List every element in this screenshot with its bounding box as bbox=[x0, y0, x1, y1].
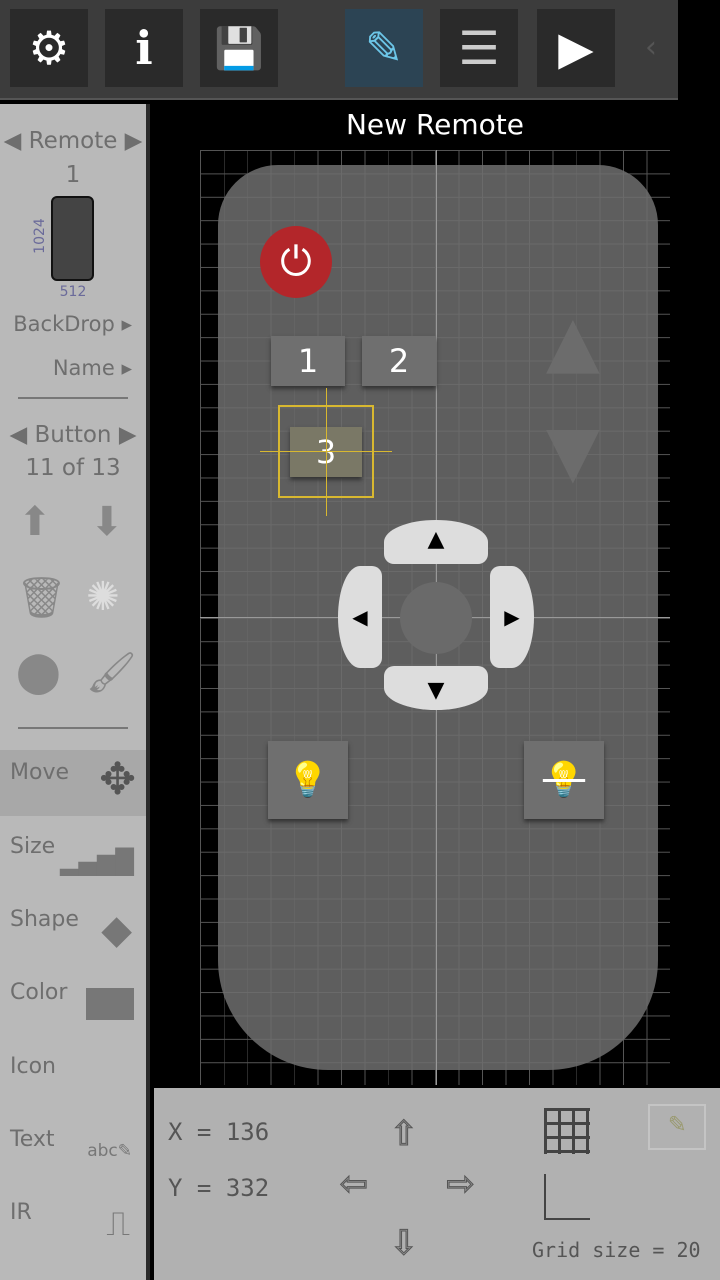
remote-thumbnail[interactable] bbox=[51, 196, 94, 281]
shape-icon: ◆ bbox=[101, 907, 132, 953]
power-icon: ⏻ bbox=[280, 239, 312, 285]
trash-icon[interactable]: 🗑 bbox=[16, 574, 67, 621]
color-swatch-icon bbox=[86, 988, 134, 1020]
volume-down-button[interactable]: ▼ bbox=[546, 410, 600, 492]
tool-size[interactable]: Size ▂▄▆█ bbox=[0, 824, 146, 890]
tool-label: IR bbox=[10, 1200, 32, 1225]
edit-button[interactable]: ✎ bbox=[345, 9, 423, 87]
grid-size-label: Grid size = bbox=[532, 1238, 665, 1262]
remote-button-2[interactable]: 2 bbox=[362, 336, 436, 386]
divider bbox=[18, 727, 128, 729]
text-icon: abc✎ bbox=[87, 1141, 132, 1161]
tool-label: Color bbox=[10, 980, 68, 1005]
info-button[interactable]: i bbox=[105, 9, 183, 87]
height-label: 1024 bbox=[31, 218, 48, 254]
move-up-icon[interactable]: ⬆ bbox=[18, 499, 52, 545]
tool-ir[interactable]: IR ⎍ bbox=[0, 1190, 146, 1256]
size-bars-icon: ▂▄▆█ bbox=[60, 848, 134, 876]
dpad-right[interactable]: ▶ bbox=[490, 566, 534, 668]
list-button[interactable]: ☰ bbox=[440, 9, 518, 87]
nudge-up-button[interactable]: ⇧ bbox=[390, 1102, 419, 1157]
dpad-up[interactable]: ▲ bbox=[384, 520, 488, 564]
gears-icon: ⚙ bbox=[28, 21, 70, 75]
position-panel: X = 136 Y = 332 ⇧ ⇦ ⇨ ⇩ ✎ Grid size = 20 bbox=[154, 1088, 720, 1280]
tool-label: Move bbox=[10, 760, 69, 785]
tool-label: Size bbox=[10, 834, 56, 859]
settings-button[interactable]: ⚙ bbox=[10, 9, 88, 87]
pencil-icon: ✎ bbox=[364, 21, 404, 75]
button-label: Button bbox=[34, 422, 112, 448]
move-icon: ✥ bbox=[99, 754, 136, 805]
ir-signal-icon: ⎍ bbox=[106, 1204, 130, 1244]
toolbar: ⚙ i 💾 ✎ ☰ ▶ ‹ bbox=[0, 0, 678, 100]
dpad-ok[interactable] bbox=[400, 582, 472, 654]
power-button[interactable]: ⏻ bbox=[260, 226, 332, 298]
nudge-left-button[interactable]: ⇦ bbox=[340, 1154, 369, 1209]
light-off-button[interactable]: 💡 bbox=[524, 741, 604, 819]
play-icon: ▶ bbox=[558, 21, 594, 75]
shine-icon[interactable]: ✺ bbox=[86, 574, 120, 620]
tool-icon[interactable]: Icon bbox=[0, 1044, 146, 1110]
save-button[interactable]: 💾 bbox=[200, 9, 278, 87]
move-down-icon[interactable]: ⬇ bbox=[90, 499, 124, 545]
remote-title: New Remote bbox=[345, 108, 524, 141]
grid-size-value[interactable]: 20 bbox=[677, 1238, 701, 1262]
tool-color[interactable]: Color bbox=[0, 970, 146, 1036]
button-count: 11 of 13 bbox=[25, 455, 121, 481]
floppy-icon: 💾 bbox=[214, 25, 264, 72]
brush-icon[interactable]: 🖌 bbox=[86, 649, 137, 696]
bulb-icon: 💡 bbox=[286, 760, 330, 800]
backdrop-button[interactable]: BackDrop ▸ bbox=[0, 312, 146, 336]
remote-selector[interactable]: ◀ Remote ▶ bbox=[0, 128, 146, 154]
width-label: 512 bbox=[59, 284, 87, 300]
chevron-left-icon[interactable]: ‹ bbox=[645, 30, 657, 65]
snap-to-grid-icon[interactable] bbox=[544, 1174, 590, 1220]
y-value[interactable]: 332 bbox=[226, 1174, 269, 1202]
dpad-left[interactable]: ◀ bbox=[338, 566, 382, 668]
nudge-right-button[interactable]: ⇨ bbox=[446, 1154, 475, 1209]
tool-shape[interactable]: Shape ◆ bbox=[0, 897, 146, 963]
tool-label: Text bbox=[10, 1127, 55, 1152]
x-value[interactable]: 136 bbox=[226, 1118, 269, 1146]
dpad-down[interactable]: ▼ bbox=[384, 666, 488, 710]
name-button[interactable]: Name ▸ bbox=[0, 356, 146, 380]
x-label: X = bbox=[168, 1118, 212, 1146]
selection-crosshair bbox=[326, 388, 327, 516]
divider bbox=[18, 397, 128, 399]
light-on-button[interactable]: 💡 bbox=[268, 741, 348, 819]
play-button[interactable]: ▶ bbox=[537, 9, 615, 87]
tool-label: Icon bbox=[10, 1054, 56, 1079]
nudge-down-button[interactable]: ⇩ bbox=[390, 1212, 419, 1267]
bulb-off-icon: 💡 bbox=[542, 760, 586, 800]
volume-up-button[interactable]: ▲ bbox=[546, 300, 600, 382]
tool-label: Shape bbox=[10, 907, 79, 932]
left-panel: ◀ Remote ▶ 1 1024 512 BackDrop ▸ Name ▸ … bbox=[0, 104, 150, 1280]
grid-toggle-icon[interactable] bbox=[544, 1108, 590, 1154]
tool-text[interactable]: Text abc✎ bbox=[0, 1117, 146, 1183]
button-selector[interactable]: ◀ Button ▶ bbox=[0, 422, 146, 448]
y-label: Y = bbox=[168, 1174, 212, 1202]
info-icon: i bbox=[135, 21, 153, 75]
remote-number: 1 bbox=[65, 162, 81, 188]
circles-icon[interactable]: ⬤ bbox=[16, 649, 61, 695]
remote-button-1[interactable]: 1 bbox=[271, 336, 345, 386]
list-icon: ☰ bbox=[458, 21, 500, 75]
remote-label: Remote bbox=[28, 128, 118, 154]
edit-mode-icon[interactable]: ✎ bbox=[648, 1104, 706, 1150]
tool-move[interactable]: Move ✥ bbox=[0, 750, 146, 816]
